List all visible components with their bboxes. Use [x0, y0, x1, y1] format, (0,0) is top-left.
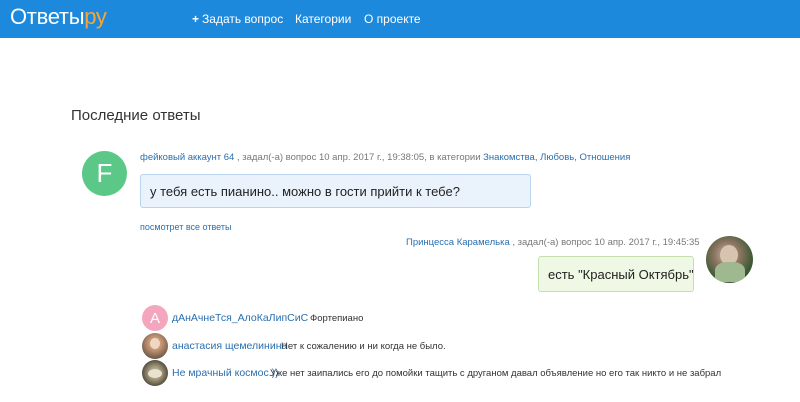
question-meta: фейковый аккаунт 64 , задал(-а) вопрос 1…	[140, 152, 631, 163]
question-author-link[interactable]: фейковый аккаунт 64	[140, 152, 234, 163]
categories-link[interactable]: Категории	[295, 12, 351, 26]
plus-icon: +	[192, 12, 200, 26]
question-author-avatar[interactable]: F	[82, 151, 127, 196]
reply-avatar[interactable]: А	[142, 305, 168, 331]
reply-text: Фортепиано	[310, 313, 364, 324]
answer-meta: Принцесса Карамелька , задал(-а) вопрос …	[406, 237, 700, 248]
reply-text: Уже нет заипались его до помойки тащить …	[270, 368, 722, 379]
answer-author-link[interactable]: Принцесса Карамелька	[406, 237, 510, 248]
reply-user-link[interactable]: дАнАчнеТся_АлоКаЛипСиС	[172, 312, 308, 324]
page-title: Последние ответы	[71, 107, 201, 124]
question-text[interactable]: у тебя есть пианино.. можно в гости прий…	[140, 174, 531, 208]
question-category-link[interactable]: Знакомства, Любовь, Отношения	[483, 152, 630, 163]
about-link[interactable]: О проекте	[364, 12, 421, 26]
top-navbar: Ответыру + Задать вопрос Категории О прое…	[0, 0, 800, 38]
reply-user-link[interactable]: анастасия щемелинина	[172, 340, 287, 352]
list-item: А дАнАчнеТся_АлоКаЛипСиС Фортепиано	[142, 305, 782, 331]
site-logo[interactable]: Ответыру	[10, 4, 107, 30]
reply-avatar[interactable]	[142, 360, 168, 386]
answer-author-avatar[interactable]	[706, 236, 753, 283]
list-item: Не мрачный космос.)) Уже нет заипались е…	[142, 360, 782, 386]
list-item: анастасия щемелинина Нет к сожалению и н…	[142, 333, 782, 359]
ask-question-link[interactable]: + Задать вопрос	[192, 12, 283, 26]
reply-avatar[interactable]	[142, 333, 168, 359]
reply-text: Нет к сожалению и ни когда не было.	[281, 341, 446, 352]
reply-user-link[interactable]: Не мрачный космос.))	[172, 367, 279, 379]
answer-text: есть "Красный Октябрь"	[538, 256, 694, 292]
see-all-answers-link[interactable]: посмотрет все ответы	[140, 222, 231, 232]
